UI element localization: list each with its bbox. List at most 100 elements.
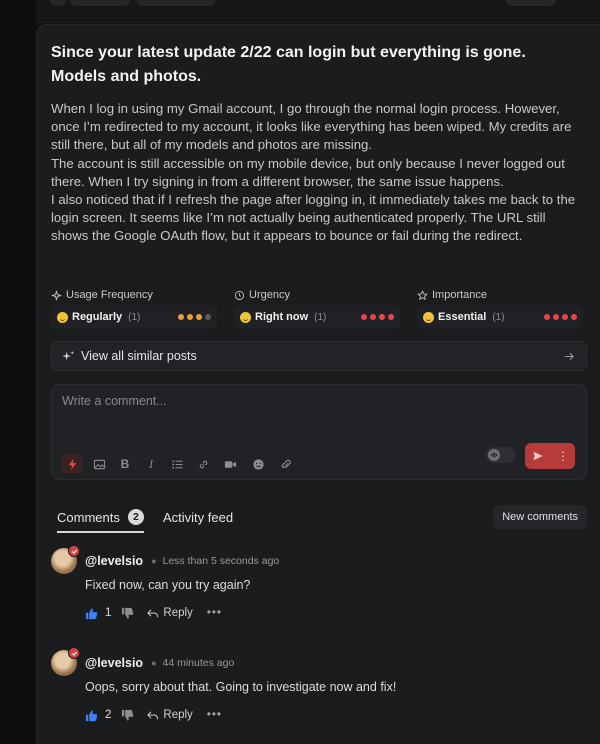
post-card: Since your latest update 2/22 can login … <box>36 24 600 744</box>
tab-label: Comments <box>57 509 120 525</box>
sparkles-icon <box>62 350 75 360</box>
thumbs-down-icon[interactable] <box>121 709 134 722</box>
metric-level-dots <box>544 314 577 320</box>
send-button[interactable]: ⋮ <box>525 443 575 469</box>
like-count: 1 <box>105 607 112 619</box>
comment-composer: Write a comment... B I ⋮ <box>51 384 587 480</box>
metric-label: Urgency <box>249 289 290 301</box>
comment-author[interactable]: @levelsio <box>85 554 143 568</box>
level-dot <box>205 314 211 320</box>
level-dot <box>571 314 577 320</box>
thumbs-up-icon[interactable] <box>85 607 98 620</box>
level-dot <box>370 314 376 320</box>
metric-label: Importance <box>432 289 488 301</box>
eye-icon <box>488 449 500 461</box>
comment-text: Oops, sorry about that. Going to investi… <box>85 680 397 694</box>
star-icon <box>417 289 428 300</box>
more-icon[interactable]: ••• <box>207 607 222 619</box>
metric-usage-frequency: Usage Frequency Regularly (1) <box>51 287 221 329</box>
thumbs-down-icon[interactable] <box>121 607 134 620</box>
similar-label: View all similar posts <box>81 349 197 363</box>
separator-dot: ● <box>151 556 157 566</box>
comment-time: Less than 5 seconds ago <box>162 555 280 567</box>
attachment-icon[interactable] <box>278 457 292 471</box>
clock-icon <box>234 290 245 300</box>
post-body: When I log in using my Gmail account, I … <box>51 100 583 246</box>
reply-icon <box>147 710 159 719</box>
metric-value-selector[interactable]: Regularly (1) <box>51 305 217 329</box>
level-dot <box>388 314 394 320</box>
post-metrics: Usage Frequency Regularly (1) Urgency Ri… <box>51 287 587 331</box>
comment-author[interactable]: @levelsio <box>85 656 143 670</box>
post-paragraph: The account is still accessible on my mo… <box>51 155 565 189</box>
level-dot <box>361 314 367 320</box>
more-icon[interactable]: ••• <box>207 709 222 721</box>
comment-time: 44 minutes ago <box>162 657 235 669</box>
tab-label: Activity feed <box>163 509 234 525</box>
bold-icon[interactable]: B <box>118 457 132 471</box>
comment-actions: 2 Reply ••• <box>85 707 222 723</box>
post-paragraph: When I log in using my Gmail account, I … <box>51 101 572 153</box>
comment-tabs: Comments 2 Activity feed New comments <box>51 503 587 533</box>
level-dot <box>562 314 568 320</box>
level-dot <box>187 314 193 320</box>
italic-icon[interactable]: I <box>144 457 158 471</box>
link-icon[interactable] <box>196 457 210 471</box>
metric-importance: Importance Essential (1) <box>417 287 587 329</box>
image-icon[interactable] <box>92 457 106 471</box>
like-count: 2 <box>105 709 112 721</box>
video-icon[interactable] <box>223 457 237 471</box>
level-dot <box>178 314 184 320</box>
metric-label: Usage Frequency <box>66 289 153 301</box>
separator-dot: ● <box>151 658 157 668</box>
metric-value-selector[interactable]: Right now (1) <box>234 305 400 329</box>
metric-value: Essential <box>438 311 487 323</box>
level-dot <box>544 314 550 320</box>
level-dot <box>196 314 202 320</box>
metric-count: (1) <box>492 311 505 323</box>
smile-emoji-icon <box>57 311 68 323</box>
thumbs-up-icon[interactable] <box>85 709 98 722</box>
previous-post-edge <box>36 0 600 23</box>
reply-label: Reply <box>163 709 193 721</box>
metric-value: Right now <box>255 311 309 323</box>
metric-count: (1) <box>314 311 327 323</box>
metric-value: Regularly <box>72 311 123 323</box>
comment-actions: 1 Reply ••• <box>85 605 222 621</box>
reply-icon <box>147 608 159 617</box>
avatar[interactable] <box>51 647 80 676</box>
post-title: Since your latest update 2/22 can login … <box>51 44 526 85</box>
verified-check-icon <box>68 545 80 557</box>
metric-value-selector[interactable]: Essential (1) <box>417 305 583 329</box>
send-icon <box>533 451 543 461</box>
grin-emoji-icon <box>240 311 251 323</box>
avatar[interactable] <box>51 545 80 574</box>
comments-count-badge: 2 <box>127 509 144 525</box>
view-similar-posts-button[interactable]: View all similar posts <box>51 341 587 371</box>
reply-label: Reply <box>163 607 193 619</box>
metric-urgency: Urgency Right now (1) <box>234 287 404 329</box>
reply-button[interactable]: Reply <box>146 607 193 620</box>
new-comments-button[interactable]: New comments <box>493 505 587 529</box>
metric-count: (1) <box>128 311 141 323</box>
private-toggle[interactable] <box>486 447 516 463</box>
grin-emoji-icon <box>423 311 434 323</box>
sparkle-icon <box>51 290 62 300</box>
level-dot <box>379 314 385 320</box>
reply-button[interactable]: Reply <box>146 709 193 722</box>
bulleted-list-icon[interactable] <box>170 457 184 471</box>
tab-activity-feed[interactable]: Activity feed <box>163 503 233 531</box>
comment-text: Fixed now, can you try again? <box>85 578 251 592</box>
verified-check-icon <box>68 647 80 659</box>
level-dot <box>553 314 559 320</box>
comment-input[interactable]: Write a comment... <box>62 394 167 408</box>
left-sidebar-strip <box>0 0 36 743</box>
metric-level-dots <box>361 314 394 320</box>
lightning-icon[interactable] <box>62 454 82 474</box>
metric-level-dots <box>178 314 211 320</box>
post-paragraph: I also noticed that if I refresh the pag… <box>51 192 576 244</box>
emoji-icon[interactable] <box>251 457 265 471</box>
tab-comments[interactable]: Comments 2 <box>57 503 144 533</box>
more-options-icon[interactable]: ⋮ <box>557 449 569 463</box>
arrow-right-icon <box>564 352 575 360</box>
